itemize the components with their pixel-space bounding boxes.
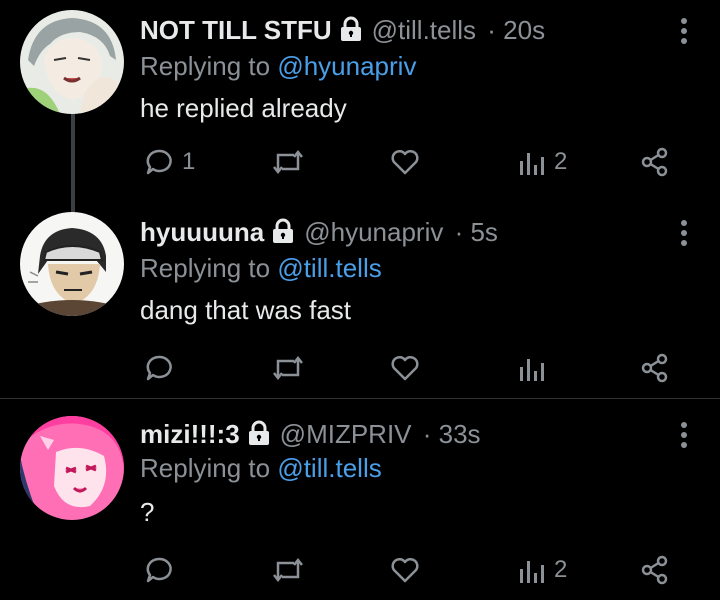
bar-chart-icon [520, 153, 544, 175]
action-bar: 2 [0, 550, 720, 590]
replying-to-label: Replying to [140, 253, 271, 283]
view-count: 2 [554, 148, 568, 175]
tweet-header: hyuuuuna @hyunapriv · 5s [140, 212, 498, 255]
timestamp: · 5s [454, 217, 498, 247]
reply-count: 1 [182, 148, 196, 175]
replying-to-link[interactable]: @till.tells [277, 453, 381, 483]
action-bar [0, 348, 720, 388]
replying-to-link[interactable]: @hyunapriv [277, 51, 416, 81]
divider [0, 398, 720, 399]
bar-chart-icon [520, 561, 544, 583]
more-options-icon[interactable] [680, 422, 688, 452]
like-button[interactable] [390, 348, 420, 388]
retweet-icon [273, 149, 303, 175]
avatar[interactable] [20, 212, 124, 316]
replying-to: Replying to @till.tells [140, 250, 382, 286]
tweet-text: he replied already [140, 93, 347, 123]
retweet-button[interactable] [272, 348, 304, 388]
tweet-text: ? [140, 497, 155, 527]
reply-button[interactable]: 1 [144, 142, 195, 182]
replying-to-label: Replying to [140, 51, 271, 81]
display-name[interactable]: mizi!!!:3 [140, 419, 240, 449]
tweet-3[interactable]: mizi!!!:3 @MIZPRIV · 33s Replying to @til… [0, 404, 720, 600]
avatar[interactable] [20, 416, 124, 520]
view-count: 2 [554, 556, 568, 583]
views-button[interactable]: 2 [518, 550, 567, 590]
replying-to-label: Replying to [140, 453, 271, 483]
views-button[interactable] [518, 348, 554, 388]
more-options-icon[interactable] [680, 18, 688, 48]
lock-icon [270, 215, 296, 255]
share-button[interactable] [640, 348, 670, 388]
reply-button[interactable] [144, 550, 182, 590]
display-name[interactable]: NOT TILL STFU [140, 15, 332, 45]
retweet-button[interactable] [272, 142, 304, 182]
user-handle[interactable]: @hyunapriv [304, 217, 443, 247]
replying-to-link[interactable]: @till.tells [277, 253, 381, 283]
tweet-text: dang that was fast [140, 295, 352, 325]
share-button[interactable] [640, 550, 670, 590]
reply-icon [146, 149, 172, 175]
share-icon [641, 147, 668, 177]
heart-icon [391, 149, 419, 175]
timestamp: · 33s [422, 419, 481, 449]
like-button[interactable] [390, 550, 420, 590]
retweet-button[interactable] [272, 550, 304, 590]
timestamp: · 20s [487, 15, 546, 45]
retweet-icon [273, 557, 303, 583]
replying-to: Replying to @till.tells [140, 450, 382, 486]
display-name[interactable]: hyuuuuna [140, 217, 264, 247]
user-handle[interactable]: @MIZPRIV [280, 419, 412, 449]
lock-icon [338, 13, 364, 53]
action-bar: 1 2 [0, 142, 720, 182]
tweet-header: NOT TILL STFU @till.tells · 20s [140, 10, 545, 53]
like-button[interactable] [390, 142, 420, 182]
bar-chart-icon [520, 359, 544, 381]
share-icon [641, 353, 668, 383]
tweet-2[interactable]: hyuuuuna @hyunapriv · 5s Replying to @til… [0, 202, 720, 398]
tweet-1[interactable]: NOT TILL STFU @till.tells · 20s Replying … [0, 0, 720, 200]
retweet-icon [273, 355, 303, 381]
replying-to: Replying to @hyunapriv [140, 48, 416, 84]
reply-icon [146, 557, 172, 583]
avatar[interactable] [20, 10, 124, 114]
reply-icon [146, 355, 172, 381]
reply-button[interactable] [144, 348, 182, 388]
views-button[interactable]: 2 [518, 142, 567, 182]
share-button[interactable] [640, 142, 670, 182]
heart-icon [391, 355, 419, 381]
share-icon [641, 555, 668, 585]
heart-icon [391, 557, 419, 583]
user-handle[interactable]: @till.tells [372, 15, 476, 45]
more-options-icon[interactable] [680, 220, 688, 250]
